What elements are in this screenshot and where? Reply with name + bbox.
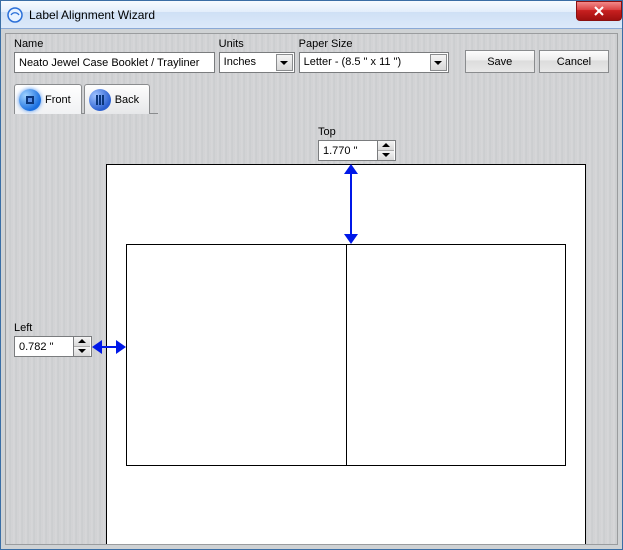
- name-input[interactable]: [14, 52, 215, 73]
- cancel-button[interactable]: Cancel: [539, 50, 609, 73]
- tab-back-label: Back: [115, 94, 139, 106]
- window-title: Label Alignment Wizard: [29, 8, 155, 22]
- app-icon: [7, 7, 23, 23]
- close-button[interactable]: [576, 1, 622, 21]
- content-area: Name Units Inches Paper Size Letter - (8…: [5, 33, 618, 545]
- tab-front[interactable]: Front: [14, 84, 82, 114]
- spin-down-icon[interactable]: [378, 151, 394, 161]
- units-label: Units: [219, 38, 295, 50]
- paper-size-select[interactable]: Letter - (8.5 " x 11 "): [299, 52, 449, 73]
- save-button[interactable]: Save: [465, 50, 535, 73]
- units-value: Inches: [224, 56, 256, 68]
- chevron-down-icon: [430, 54, 447, 71]
- top-offset-arrow: [344, 164, 358, 244]
- name-label: Name: [14, 38, 215, 50]
- tabstrip: Front Back: [14, 82, 158, 114]
- spin-up-icon[interactable]: [74, 337, 90, 347]
- tab-back[interactable]: Back: [84, 84, 150, 114]
- paper-size-label: Paper Size: [299, 38, 449, 50]
- label-alignment-wizard-window: Label Alignment Wizard Name Units Inches…: [0, 0, 623, 550]
- top-offset-spinner[interactable]: [318, 140, 396, 161]
- left-offset-label: Left: [14, 322, 32, 334]
- label-divider: [346, 245, 347, 465]
- label-rectangle: [126, 244, 566, 466]
- units-select[interactable]: Inches: [219, 52, 295, 73]
- paper-size-field: Paper Size Letter - (8.5 " x 11 "): [299, 38, 449, 73]
- top-offset-input[interactable]: [319, 141, 377, 160]
- left-offset-spinner[interactable]: [14, 336, 92, 357]
- paper-size-value: Letter - (8.5 " x 11 "): [304, 56, 401, 68]
- spinner-buttons: [377, 141, 394, 160]
- back-icon: [89, 89, 111, 111]
- name-field: Name: [14, 38, 215, 73]
- left-offset-input[interactable]: [15, 337, 73, 356]
- titlebar: Label Alignment Wizard: [1, 1, 622, 29]
- tab-front-label: Front: [45, 94, 71, 106]
- spin-up-icon[interactable]: [378, 141, 394, 151]
- spin-down-icon[interactable]: [74, 347, 90, 357]
- spinner-buttons: [73, 337, 90, 356]
- left-offset-arrow: [92, 340, 126, 354]
- front-icon: [19, 89, 41, 111]
- top-row: Name Units Inches Paper Size Letter - (8…: [14, 38, 609, 73]
- units-field: Units Inches: [219, 38, 295, 73]
- top-offset-label: Top: [318, 126, 336, 138]
- chevron-down-icon: [276, 54, 293, 71]
